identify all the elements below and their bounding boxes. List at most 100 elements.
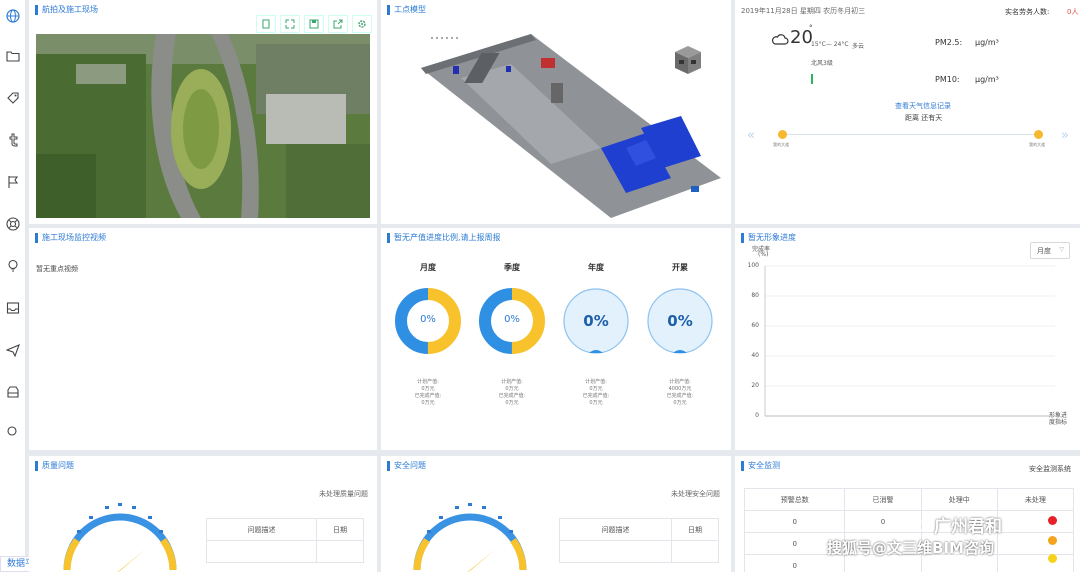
monitor-header-cleared: 已消警	[844, 488, 922, 511]
temp-range: 15°C— 24°C	[811, 41, 849, 48]
monitor-header-total: 预警总数	[743, 488, 846, 511]
expand-icon	[285, 19, 295, 29]
gear-icon	[358, 20, 366, 28]
export-button[interactable]	[328, 15, 348, 33]
quality-col-date: 日期	[316, 518, 364, 541]
sidebar	[0, 0, 26, 572]
settings-button[interactable]	[352, 15, 372, 33]
orange-dot	[1048, 536, 1057, 545]
video-title: 施工现场监控视频	[35, 233, 106, 243]
globe-icon[interactable]	[3, 6, 23, 26]
wind-text: 北风3级	[811, 60, 833, 67]
ring-label-quarter: 季度	[504, 263, 520, 272]
cloud-icon	[771, 30, 789, 49]
quality-title: 质量问题	[35, 461, 74, 471]
ring-label-year: 年度	[588, 263, 604, 272]
aerial-title: 航拍及施工现场	[35, 5, 98, 15]
monitor-cell	[996, 510, 1075, 533]
aqi-bar	[811, 74, 813, 84]
monitor-cell	[996, 554, 1075, 572]
ring-label-cumulative: 开累	[672, 263, 688, 272]
monitor-cell	[996, 532, 1075, 555]
ring-year-value: 0%	[583, 312, 609, 330]
archive-icon[interactable]	[3, 382, 23, 402]
quality-panel: 质量问题 未处理质量问题 问题描述 日期	[29, 456, 377, 572]
search-icon[interactable]	[3, 422, 23, 442]
timeline-label-right: 我的大道	[1029, 142, 1045, 147]
progress-panel: 暂无形象进度 月度 ▽ 完成率 (%) 形象进 度指标 100 80 60 40 20 0	[735, 228, 1080, 450]
pm25-label: PM2.5:	[935, 38, 963, 47]
ring-year[interactable]: 0%	[562, 287, 630, 355]
pm10-unit: μg/m³	[975, 75, 999, 84]
timeline-line	[783, 134, 1039, 135]
monitor-system-link[interactable]: 安全监测系统	[1029, 464, 1071, 474]
ring-month[interactable]: 0%	[394, 287, 462, 355]
fullscreen-button[interactable]	[256, 15, 276, 33]
wechat-icon	[902, 514, 928, 534]
watermark-brand: 广州君和	[934, 517, 1002, 537]
ring-quarter-value: 0%	[504, 314, 520, 325]
safety-gauge	[405, 490, 535, 572]
timeline-point-left[interactable]	[778, 130, 787, 139]
quality-empty-cell	[316, 540, 364, 563]
bulb-icon[interactable]	[3, 256, 23, 276]
ring-month-value: 0%	[420, 314, 436, 325]
device-icon	[262, 19, 270, 29]
inbox-icon[interactable]	[3, 298, 23, 318]
quality-unhandled: 未处理质量问题	[319, 490, 368, 498]
date-text: 2019年11月28日 星期四 农历冬月初三	[741, 7, 866, 15]
monitor-panel: 安全监测 安全监测系统 预警总数 已消警 处理中 未处理 0 0 0 0 广州君…	[735, 456, 1080, 572]
quality-gauge	[55, 490, 185, 572]
monitor-header-unhandled: 未处理	[996, 488, 1075, 511]
quality-empty-cell	[206, 540, 317, 563]
folder-icon[interactable]	[3, 46, 23, 66]
tumblr-icon[interactable]	[3, 130, 23, 150]
prev-arrow-icon[interactable]: «	[747, 128, 755, 143]
send-icon[interactable]	[3, 340, 23, 360]
output-title: 暂无产值进度比例,请上报周报	[387, 233, 501, 243]
safety-col-desc: 问题描述	[559, 518, 672, 541]
y-tick-label: 60	[751, 322, 759, 329]
video-empty-text: 暂无重点视频	[36, 265, 78, 273]
ring-quarter[interactable]: 0%	[478, 287, 546, 355]
ring-cumulative[interactable]: 0%	[646, 287, 714, 355]
next-arrow-icon[interactable]: »	[1061, 128, 1069, 143]
pm25-unit: μg/m³	[975, 38, 999, 47]
output-panel: 暂无产值进度比例,请上报周报 月度 季度 年度 开累 0% 0% 0% 0% 计…	[381, 228, 731, 450]
weather-history-link[interactable]: 查看天气信息记录	[895, 101, 951, 111]
progress-chart	[764, 265, 1055, 417]
model-panel: 工点模型	[381, 0, 731, 224]
ring-notes-quarter: 计划产值: 0万元 已完成产值: 0万元	[498, 379, 526, 406]
view-cube[interactable]	[673, 44, 703, 76]
safety-empty-cell	[559, 540, 672, 563]
ring-label-month: 月度	[420, 263, 436, 272]
save-button[interactable]	[304, 15, 324, 33]
y-tick-label: 40	[751, 352, 759, 359]
safety-col-date: 日期	[671, 518, 719, 541]
weather-condition: 多云	[852, 43, 865, 50]
degree-mark: °	[809, 24, 813, 32]
monitor-cell: 0	[743, 510, 846, 533]
video-panel: 施工现场监控视频 暂无重点视频	[29, 228, 377, 450]
safety-title: 安全问题	[387, 461, 426, 471]
workers-value: 0人	[1067, 8, 1079, 16]
ring-notes-month: 计划产值: 0万元 已完成产值: 0万元	[414, 379, 442, 406]
monitor-header-processing: 处理中	[920, 488, 998, 511]
y-tick-label: 100	[747, 262, 759, 269]
ring-cumulative-value: 0%	[667, 312, 693, 330]
monitor-title: 安全监测	[741, 461, 780, 471]
flag-icon[interactable]	[3, 172, 23, 192]
tag-icon[interactable]	[3, 88, 23, 108]
expand-button[interactable]	[280, 15, 300, 33]
quality-col-desc: 问题描述	[206, 518, 317, 541]
safety-table: 问题描述 日期	[559, 518, 719, 563]
aerial-photo[interactable]	[36, 34, 370, 218]
distance-text: 距离 还有天	[905, 114, 943, 122]
export-icon	[333, 19, 343, 29]
lifebuoy-icon[interactable]	[3, 214, 23, 234]
model-title: 工点模型	[387, 5, 426, 15]
timeline-point-right[interactable]	[1034, 130, 1043, 139]
quality-table: 问题描述 日期	[206, 518, 364, 563]
ring-notes-year: 计划产值: 0万元 已完成产值: 0万元	[582, 379, 610, 406]
aerial-panel: 航拍及施工现场	[29, 0, 377, 224]
